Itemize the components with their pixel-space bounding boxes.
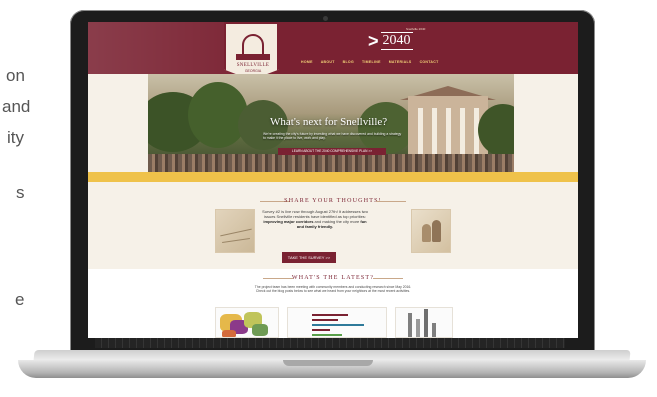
laptop-notch (283, 360, 373, 366)
blog-card-map[interactable] (215, 307, 279, 338)
nav-about[interactable]: ABOUT (321, 60, 335, 64)
logo-subtitle: GEORGIA (244, 69, 262, 73)
street-sketch-image (215, 209, 255, 253)
hero-subtitle: We're creating the city's future by inve… (263, 132, 402, 141)
blog-card-chart[interactable] (287, 307, 387, 338)
side-text-line: e (15, 290, 25, 309)
accent-band (88, 172, 578, 182)
webcam-icon (323, 16, 328, 21)
learn-more-button[interactable]: LEARN ABOUT THE 2040 COMPREHENSIVE PLAN … (278, 148, 386, 155)
crowd-image (148, 154, 514, 172)
side-text-line: on (6, 66, 25, 85)
nav-timeline[interactable]: TIMELINE (362, 60, 381, 64)
main-nav: HOME ABOUT BLOG TIMELINE MATERIALS CONTA… (301, 60, 439, 64)
blog-card-bars[interactable] (395, 307, 453, 338)
nav-materials[interactable]: MATERIALS (389, 60, 412, 64)
logo-name: SNELLVILLE (236, 63, 270, 68)
survey-description: Survey #2 is live now through August 27t… (262, 209, 368, 229)
side-text-line: ity (7, 128, 24, 147)
nav-blog[interactable]: BLOG (343, 60, 354, 64)
title-rule (373, 278, 403, 279)
share-thoughts-section: SHARE YOUR THOUGHTS! Survey #2 is live n… (88, 182, 578, 269)
side-text-line: and (2, 97, 31, 116)
cropped-side-text: on and ity s e (0, 0, 40, 397)
city-hall-icon (242, 34, 264, 54)
site-header: Snellville 2040 > 2040 HOME ABOUT BLOG T… (88, 22, 578, 74)
nav-contact[interactable]: CONTACT (420, 60, 439, 64)
brand-year: 2040 (380, 32, 413, 50)
chevron-right-icon: > (368, 31, 379, 51)
tree-image (358, 102, 414, 154)
hero-banner: What's next for Snellville? We're creati… (148, 74, 514, 172)
family-photo-image (411, 209, 451, 253)
hero-title: What's next for Snellville? (270, 116, 388, 128)
laptop-mockup-scene: on and ity s e Snellville 2040 > 2040 HO… (0, 0, 657, 397)
latest-section: WHAT'S THE LATEST? The project team has … (88, 269, 578, 338)
side-text-line: s (16, 183, 25, 202)
nav-home[interactable]: HOME (301, 60, 313, 64)
brand-2040-logo[interactable]: > 2040 (368, 32, 413, 50)
section-title: WHAT'S THE LATEST? (291, 275, 375, 281)
title-rule (376, 201, 406, 202)
latest-description: The project team has been meeting with c… (254, 285, 412, 294)
section-title: SHARE YOUR THOUGHTS! (284, 198, 382, 204)
laptop-screen: Snellville 2040 > 2040 HOME ABOUT BLOG T… (88, 22, 578, 338)
header-tagline: Snellville 2040 (406, 27, 426, 31)
city-logo[interactable]: SNELLVILLE GEORGIA (224, 22, 279, 80)
take-survey-button[interactable]: TAKE THE SURVEY >> (282, 252, 336, 263)
